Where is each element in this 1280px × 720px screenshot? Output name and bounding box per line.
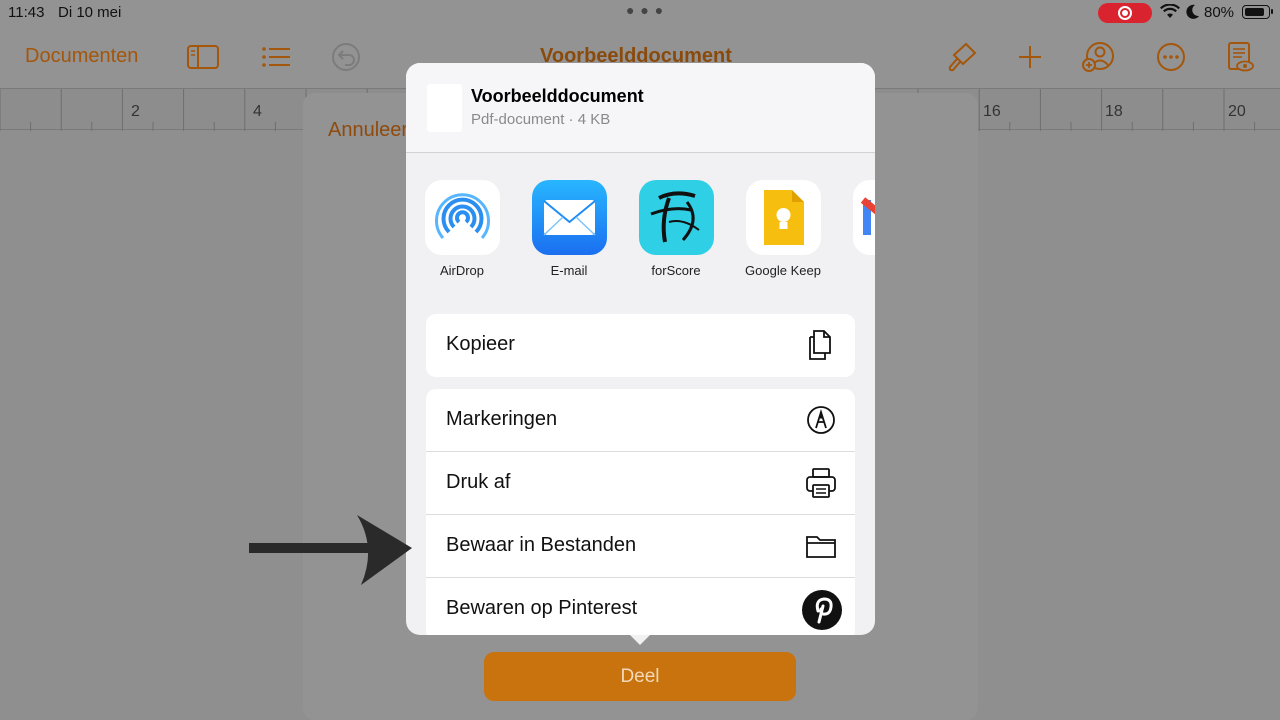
pinterest-icon (802, 590, 842, 630)
status-date: Di 10 mei (58, 4, 122, 21)
share-app-label: G (840, 263, 875, 278)
share-document-name: Voorbeelddocument (471, 86, 644, 106)
ruler-label: 2 (131, 103, 140, 120)
share-app-label: Google Keep (745, 263, 821, 278)
ruler-label: 16 (983, 103, 1001, 120)
action-save-to-pinterest[interactable]: Bewaren op Pinterest (426, 578, 855, 635)
share-app-label: forScore (651, 263, 701, 278)
share-app-gmail[interactable]: G (840, 180, 875, 278)
documents-button[interactable]: Documenten (25, 45, 138, 68)
markup-icon (803, 402, 839, 438)
mail-icon (531, 180, 607, 255)
share-app-email[interactable]: E-mail (519, 180, 619, 278)
share-app-airdrop[interactable]: AirDrop (412, 180, 512, 278)
action-label: Bewaar in Bestanden (446, 534, 637, 556)
more-icon[interactable] (1153, 40, 1189, 74)
undo-icon[interactable] (328, 40, 364, 74)
action-print[interactable]: Druk af (426, 452, 855, 515)
share-button[interactable]: Deel (484, 652, 796, 701)
cancel-button[interactable]: Annuleer (328, 119, 408, 142)
ruler-label: 4 (253, 103, 262, 120)
gmail-icon (852, 180, 875, 255)
wifi-icon (1160, 4, 1180, 18)
share-actions-group: Markeringen Druk af Bewaar in Bestanden … (426, 389, 855, 635)
share-app-forscore[interactable]: forScore (626, 180, 726, 278)
battery-percentage: 80% (1204, 4, 1235, 21)
format-brush-icon[interactable] (944, 40, 980, 74)
screen-recording-indicator[interactable] (1098, 3, 1152, 23)
share-sheet: Voorbeelddocument Pdf-document · 4 KB Ai… (406, 63, 875, 635)
add-icon[interactable] (1012, 40, 1048, 74)
moon-icon (1186, 4, 1199, 19)
sidebar-icon[interactable] (185, 40, 221, 74)
share-actions-group: Kopieer (426, 314, 855, 377)
list-icon[interactable] (258, 40, 294, 74)
action-label: Bewaren op Pinterest (446, 597, 638, 619)
google-keep-icon (745, 180, 821, 255)
action-markup[interactable]: Markeringen (426, 389, 855, 452)
share-document-info: Pdf-document · 4 KB (471, 111, 611, 128)
status-bar: 11:43 Di 10 mei ● ● ● 80% (0, 0, 1280, 26)
airdrop-icon (424, 180, 500, 255)
status-time: 11:43 (8, 4, 45, 21)
action-label: Druk af (446, 471, 511, 493)
printer-icon (803, 465, 839, 501)
action-label: Kopieer (446, 333, 515, 355)
forscore-icon (638, 180, 714, 255)
action-label: Markeringen (446, 408, 558, 430)
ruler-label: 18 (1105, 103, 1123, 120)
share-app-row[interactable]: AirDrop E-mail forScore Google Keep (406, 180, 875, 290)
folder-icon (803, 528, 839, 564)
multitasking-dots-icon[interactable]: ● ● ● (626, 2, 664, 18)
collaborate-icon[interactable] (1080, 40, 1116, 74)
reading-view-icon[interactable] (1222, 40, 1258, 74)
battery-icon (1242, 5, 1273, 19)
annotation-arrow-icon (249, 515, 412, 585)
document-thumbnail (427, 84, 462, 132)
share-app-label: E-mail (550, 263, 588, 278)
share-app-label: AirDrop (439, 263, 485, 278)
share-header: Voorbeelddocument Pdf-document · 4 KB (406, 63, 875, 153)
action-save-to-files[interactable]: Bewaar in Bestanden (426, 515, 855, 578)
action-copy[interactable]: Kopieer (426, 314, 855, 377)
share-app-google-keep[interactable]: Google Keep (733, 180, 833, 278)
ruler-label: 20 (1228, 103, 1246, 120)
copy-icon (803, 327, 839, 363)
